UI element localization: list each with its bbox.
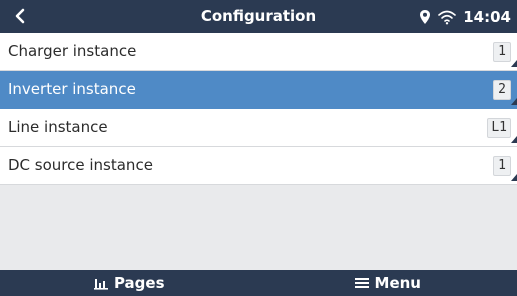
list-item-value: 1	[493, 156, 511, 176]
settings-list: Charger instance 1 Inverter instance 2 L…	[0, 33, 517, 185]
footer-bar: Pages Menu	[0, 270, 517, 296]
bar-chart-icon	[93, 278, 108, 290]
list-item-label: Charger instance	[8, 42, 137, 60]
pages-label: Pages	[113, 274, 165, 292]
edit-corner-indicator	[511, 136, 517, 143]
list-item-charger-instance[interactable]: Charger instance 1	[0, 33, 517, 71]
list-item-value: L1	[487, 118, 511, 138]
menu-label: Menu	[374, 274, 421, 292]
list-item-value: 2	[493, 80, 511, 100]
chevron-left-icon	[15, 8, 25, 24]
list-item-dc-source-instance[interactable]: DC source instance 1	[0, 147, 517, 185]
back-button[interactable]	[8, 4, 32, 28]
hamburger-menu-icon	[354, 278, 369, 288]
location-pin-icon	[420, 9, 431, 24]
list-item-label: Inverter instance	[8, 80, 136, 98]
edit-corner-indicator	[511, 60, 517, 67]
wifi-icon	[438, 10, 457, 24]
list-item-label: Line instance	[8, 118, 108, 136]
edit-corner-indicator	[511, 174, 517, 181]
menu-button[interactable]: Menu	[259, 270, 517, 296]
edit-corner-indicator	[511, 98, 517, 105]
clock: 14:04	[463, 7, 511, 26]
status-area: 14:04	[419, 0, 511, 33]
list-item-line-instance[interactable]: Line instance L1	[0, 109, 517, 147]
pages-button[interactable]: Pages	[0, 270, 259, 296]
screen: Configuration 14:04 Charger instance 1 I…	[0, 0, 517, 296]
header-bar: Configuration 14:04	[0, 0, 517, 33]
list-item-label: DC source instance	[8, 156, 153, 174]
list-item-inverter-instance[interactable]: Inverter instance 2	[0, 71, 517, 109]
list-item-value: 1	[493, 42, 511, 62]
